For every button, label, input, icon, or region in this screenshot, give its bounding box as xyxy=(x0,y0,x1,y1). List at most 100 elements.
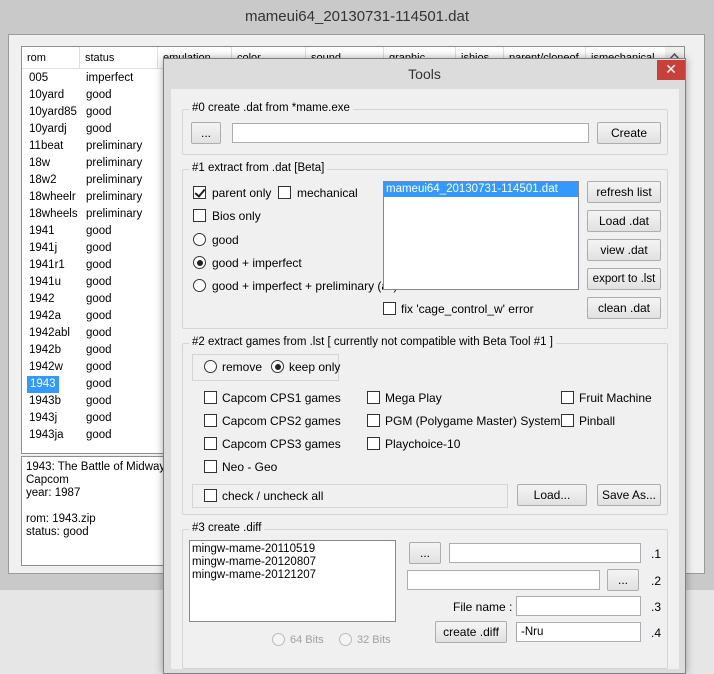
status-cell: good xyxy=(86,123,112,135)
info-blank xyxy=(26,500,166,513)
table-row[interactable]: 18w2 preliminary xyxy=(22,172,162,189)
table-row[interactable]: 10yard85 good xyxy=(22,104,162,121)
browse-diff2-button[interactable]: ... xyxy=(607,569,639,591)
neogeo-checkbox[interactable] xyxy=(204,460,217,473)
cps3-checkbox[interactable] xyxy=(204,437,217,450)
status-cell: good xyxy=(86,106,112,118)
create-dat-button[interactable]: Create xyxy=(597,122,661,144)
table-row[interactable]: 18wheelr preliminary xyxy=(22,189,162,206)
exe-path-input[interactable] xyxy=(232,123,589,143)
table-row[interactable]: 1943 good xyxy=(22,376,162,393)
all-statuses-radio[interactable] xyxy=(193,279,206,292)
close-icon: ✕ xyxy=(665,61,677,77)
table-row[interactable]: 1943b good xyxy=(22,393,162,410)
table-row[interactable]: 1943j good xyxy=(22,410,162,427)
mechanical-label: mechanical xyxy=(297,186,358,200)
cps2-checkbox[interactable] xyxy=(204,414,217,427)
parent-only-checkbox[interactable] xyxy=(193,186,206,199)
bios-only-checkbox[interactable] xyxy=(193,209,206,222)
keep-only-radio[interactable] xyxy=(271,360,284,373)
load-dat-button[interactable]: Load .dat xyxy=(587,210,661,232)
version-item-3[interactable]: mingw-mame-20121207 xyxy=(190,569,395,582)
bits64-label: 64 Bits xyxy=(290,634,324,646)
export-lst-button[interactable]: export to .lst xyxy=(587,268,661,290)
status-cell: preliminary xyxy=(86,208,143,220)
fix-cage-checkbox[interactable] xyxy=(383,302,396,315)
status-cell: good xyxy=(86,327,112,339)
main-window-title: mameui64_20130731-114501.dat xyxy=(244,8,470,25)
status-cell: good xyxy=(86,361,112,373)
megaplay-checkbox[interactable] xyxy=(367,391,380,404)
clean-dat-button[interactable]: clean .dat xyxy=(587,297,661,319)
pgm-checkbox[interactable] xyxy=(367,414,380,427)
keep-only-label: keep only xyxy=(289,360,341,374)
file-name-input[interactable] xyxy=(516,596,641,616)
browse-exe-button[interactable]: ... xyxy=(191,122,221,144)
table-row[interactable]: 1941j good xyxy=(22,240,162,257)
table-row[interactable]: 11beat preliminary xyxy=(22,138,162,155)
fruit-machine-checkbox[interactable] xyxy=(561,391,574,404)
table-row[interactable]: 1942b good xyxy=(22,342,162,359)
section-create-diff: #3 create .diff mingw-mame-20110519 ming… xyxy=(182,522,668,669)
status-cell: preliminary xyxy=(86,157,143,169)
status-cell: good xyxy=(86,276,112,288)
table-row[interactable]: 1943ja good xyxy=(22,427,162,444)
remove-radio[interactable] xyxy=(204,360,217,373)
section-extract-lst: #2 extract games from .lst [ currently n… xyxy=(182,336,668,515)
version-item-1[interactable]: mingw-mame-20110519 xyxy=(190,543,395,556)
all-statuses-label: good + imperfect + preliminary (all) xyxy=(212,279,398,293)
mame-version-list[interactable]: mingw-mame-20110519 mingw-mame-20120807 … xyxy=(189,540,396,622)
diff-source2-input[interactable] xyxy=(407,570,600,590)
check-all-label: check / uncheck all xyxy=(222,489,324,503)
table-row[interactable]: 1942abl good xyxy=(22,325,162,342)
table-row[interactable]: 1941 good xyxy=(22,223,162,240)
row2-number: .2 xyxy=(651,574,662,588)
version-item-2[interactable]: mingw-mame-20120807 xyxy=(190,556,395,569)
table-row[interactable]: 1942 good xyxy=(22,291,162,308)
table-row[interactable]: 1942a good xyxy=(22,308,162,325)
status-cell: imperfect xyxy=(86,72,134,84)
refresh-list-button[interactable]: refresh list xyxy=(587,181,661,203)
rom-cell: 18wheelr xyxy=(29,191,76,203)
table-row[interactable]: 1942w good xyxy=(22,359,162,376)
status-cell: good xyxy=(86,293,112,305)
load-lst-button[interactable]: Load... xyxy=(517,484,587,506)
pinball-checkbox[interactable] xyxy=(561,414,574,427)
table-row[interactable]: 1941r1 good xyxy=(22,257,162,274)
tools-body: #0 create .dat from *mame.exe ... Create… xyxy=(171,89,679,669)
table-row[interactable]: 10yardj good xyxy=(22,121,162,138)
good-imperfect-radio[interactable] xyxy=(193,256,206,269)
dat-file-item[interactable]: mameui64_20130731-114501.dat xyxy=(384,182,578,197)
table-row[interactable]: 10yard good xyxy=(22,87,162,104)
dat-file-list[interactable]: mameui64_20130731-114501.dat xyxy=(383,181,579,290)
bits32-radio[interactable] xyxy=(339,633,352,646)
rom-cell: 1943b xyxy=(29,395,61,407)
rom-cell: 18w xyxy=(29,157,51,169)
diff-args-input[interactable]: -Nru xyxy=(516,622,641,642)
check-all-checkbox[interactable] xyxy=(204,489,217,502)
create-diff-button[interactable]: create .diff xyxy=(435,621,507,643)
column-header-rom[interactable]: rom xyxy=(22,47,80,69)
table-row[interactable]: 1941u good xyxy=(22,274,162,291)
good-radio[interactable] xyxy=(193,233,206,246)
fruit-machine-label: Fruit Machine xyxy=(579,391,652,405)
bits64-radio[interactable] xyxy=(272,633,285,646)
view-dat-button[interactable]: view .dat xyxy=(587,239,661,261)
table-row[interactable]: 18w preliminary xyxy=(22,155,162,172)
neogeo-label: Neo - Geo xyxy=(222,460,278,474)
close-button[interactable]: ✕ xyxy=(657,60,685,80)
section-extract-dat: #1 extract from .dat [Beta] parent only … xyxy=(182,162,668,329)
cps2-label: Capcom CPS2 games xyxy=(222,414,341,428)
rom-cell: 18wheels xyxy=(29,208,78,220)
save-as-button[interactable]: Save As... xyxy=(597,484,661,506)
rom-info-panel: 1943: The Battle of Midway (E Capcom yea… xyxy=(21,456,171,566)
table-row[interactable]: 18wheels preliminary xyxy=(22,206,162,223)
cps1-checkbox[interactable] xyxy=(204,391,217,404)
section1-label: #1 extract from .dat [Beta] xyxy=(189,162,328,174)
browse-diff1-button[interactable]: ... xyxy=(409,542,441,564)
playchoice-checkbox[interactable] xyxy=(367,437,380,450)
table-row[interactable]: 005 imperfect xyxy=(22,70,162,87)
column-header-status[interactable]: status xyxy=(80,47,158,69)
mechanical-checkbox[interactable] xyxy=(278,186,291,199)
diff-source1-input[interactable] xyxy=(449,543,641,563)
